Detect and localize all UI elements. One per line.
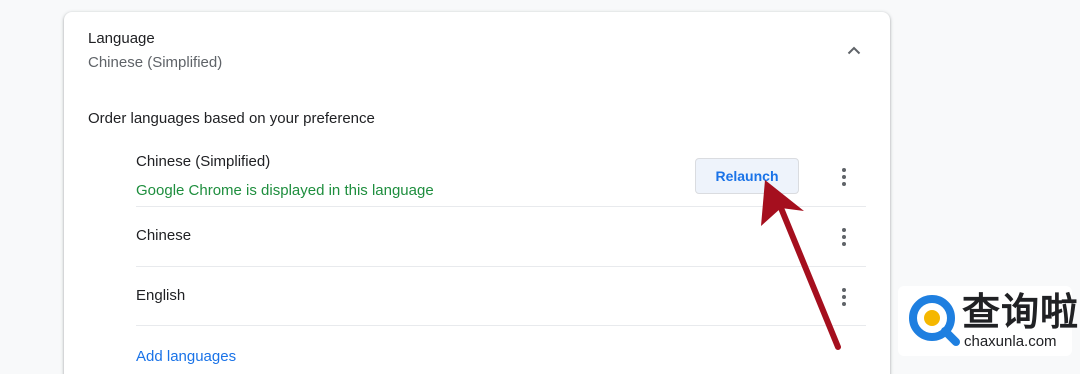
more-actions-button[interactable] bbox=[832, 285, 856, 309]
relaunch-button[interactable]: Relaunch bbox=[695, 158, 799, 194]
more-actions-button[interactable] bbox=[832, 225, 856, 249]
more-actions-button[interactable] bbox=[832, 165, 856, 189]
language-name: Chinese bbox=[136, 227, 192, 244]
add-languages-link[interactable]: Add languages bbox=[136, 348, 236, 366]
watermark-url-text: chaxunla.com bbox=[964, 333, 1057, 350]
collapse-button[interactable] bbox=[838, 38, 870, 62]
more-vert-icon bbox=[842, 168, 846, 186]
language-name: Chinese (Simplified) bbox=[136, 153, 271, 170]
language-row-chinese: Chinese bbox=[136, 207, 866, 267]
more-vert-icon bbox=[842, 228, 846, 246]
magnifier-logo-icon bbox=[909, 295, 960, 346]
order-languages-label: Order languages based on your preference bbox=[88, 110, 375, 127]
watermark: 查询啦 chaxunla.com bbox=[898, 286, 1078, 356]
section-subtitle: Chinese (Simplified) bbox=[88, 54, 223, 71]
language-section-header: Language Chinese (Simplified) bbox=[88, 30, 222, 72]
watermark-chinese-text: 查询啦 bbox=[962, 290, 1080, 334]
language-row-english: English bbox=[136, 267, 866, 326]
section-title: Language bbox=[88, 30, 155, 47]
display-language-note: Google Chrome is displayed in this langu… bbox=[136, 182, 434, 199]
language-row-chinese-simplified: Chinese (Simplified) Google Chrome is di… bbox=[136, 148, 866, 207]
more-vert-icon bbox=[842, 288, 846, 306]
language-name: English bbox=[136, 287, 186, 304]
settings-page: Language Chinese (Simplified) Order lang… bbox=[0, 0, 1080, 374]
language-list: Chinese (Simplified) Google Chrome is di… bbox=[136, 148, 866, 326]
language-settings-card: Language Chinese (Simplified) Order lang… bbox=[64, 12, 890, 374]
chevron-up-icon bbox=[847, 46, 861, 54]
